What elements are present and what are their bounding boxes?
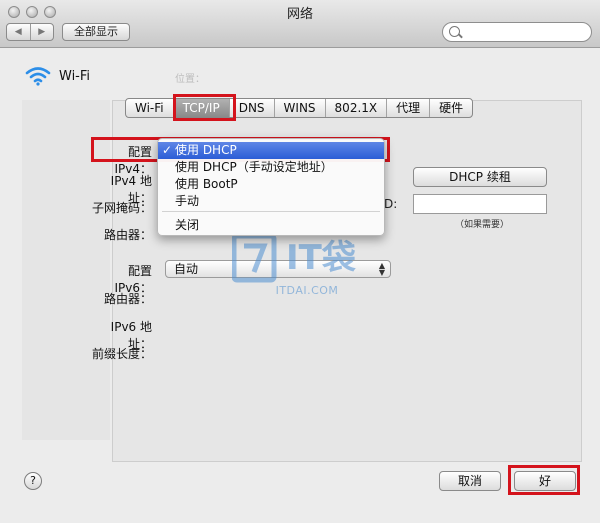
- tab-hardware[interactable]: 硬件: [430, 99, 472, 117]
- checkmark-icon: ✓: [162, 143, 173, 157]
- menu-item-off[interactable]: 关闭: [158, 217, 384, 234]
- subnet-mask-label: 子网掩码：: [92, 201, 153, 215]
- watermark-brand: IT袋: [286, 238, 356, 278]
- router-label: 路由器：: [103, 228, 152, 242]
- title-bar: 网络 ◀ ▶ 全部显示: [0, 0, 600, 48]
- help-button[interactable]: ?: [24, 472, 42, 490]
- itdai-watermark: IT袋 ITDAI.COM: [231, 232, 382, 302]
- tab-wifi[interactable]: Wi-Fi: [126, 99, 174, 117]
- prefix-length-label: 前缀长度：: [92, 347, 153, 361]
- client-id-label: D:: [384, 197, 398, 211]
- tab-wins[interactable]: WINS: [275, 99, 326, 117]
- search-icon: [449, 26, 460, 37]
- background-status-text: 位置：: [175, 74, 300, 85]
- nav-back-forward: ◀ ▶: [6, 23, 54, 41]
- network-preferences-window: 网络 ◀ ▶ 全部显示 位置： Wi-Fi Wi-Fi TCP/IP DNS W…: [0, 0, 600, 523]
- renew-dhcp-button[interactable]: DHCP 续租: [413, 167, 547, 187]
- cancel-button[interactable]: 取消: [439, 471, 501, 491]
- chevron-right-icon: ▶: [38, 27, 46, 37]
- highlight-tcpip-tab: [173, 94, 236, 121]
- window-title: 网络: [286, 7, 313, 22]
- tab-proxies[interactable]: 代理: [387, 99, 431, 117]
- tab-8021x[interactable]: 802.1X: [326, 99, 388, 117]
- wifi-icon: [25, 67, 51, 86]
- dhcp-client-id-field[interactable]: [413, 194, 547, 214]
- ipv6-router-label: 路由器：: [103, 292, 152, 306]
- chevron-left-icon: ◀: [14, 27, 22, 37]
- service-header: Wi-Fi: [25, 66, 90, 86]
- configure-ipv6-value: 自动: [174, 262, 199, 276]
- if-required-hint: （如果需要）: [455, 220, 510, 230]
- menu-item-dhcp[interactable]: ✓ 使用 DHCP: [158, 142, 384, 159]
- highlight-ok-button: [508, 465, 580, 495]
- menu-item-dhcp-label: 使用 DHCP: [175, 143, 237, 157]
- watermark-domain: ITDAI.COM: [275, 284, 339, 297]
- tab-dns[interactable]: DNS: [230, 99, 275, 117]
- back-button[interactable]: ◀: [7, 24, 30, 40]
- show-all-button[interactable]: 全部显示: [62, 23, 130, 41]
- configure-ipv4-menu: ✓ 使用 DHCP 使用 DHCP（手动设定地址） 使用 BootP 手动 关闭: [157, 138, 385, 236]
- menu-item-dhcp-manual[interactable]: 使用 DHCP（手动设定地址）: [158, 159, 384, 176]
- service-name: Wi-Fi: [59, 68, 91, 84]
- forward-button[interactable]: ▶: [29, 24, 54, 40]
- menu-separator: [162, 211, 380, 212]
- search-input[interactable]: [442, 22, 592, 42]
- menu-item-manual[interactable]: 手动: [158, 193, 384, 210]
- menu-item-bootp[interactable]: 使用 BootP: [158, 176, 384, 193]
